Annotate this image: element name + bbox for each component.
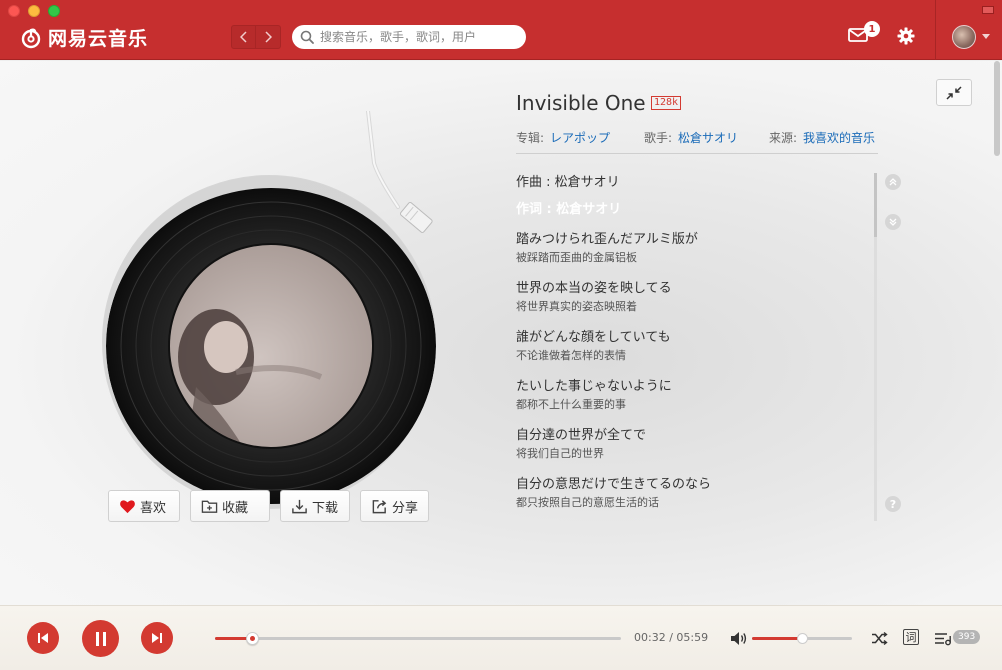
share-icon (372, 499, 387, 513)
playlist-count-badge: 393 (953, 630, 981, 644)
chevron-right-icon (265, 31, 272, 43)
share-button[interactable]: 分享 (360, 490, 429, 522)
lyric-translation: 都称不上什么重要的事 (516, 398, 626, 411)
scroll-up-button[interactable] (885, 174, 901, 190)
song-title: Invisible One (516, 91, 646, 115)
player-bar: 00:32 / 05:59 词 393 (0, 605, 1002, 670)
volume-slider[interactable] (752, 633, 852, 644)
forward-button[interactable] (256, 25, 281, 49)
lyric-current-line: 作词 : 松倉サオリ (516, 202, 622, 217)
lyrics-scrollbar-thumb[interactable] (874, 173, 877, 237)
heart-icon (120, 499, 135, 513)
close-window-button[interactable] (8, 5, 20, 17)
folder-add-icon (201, 500, 218, 513)
tonearm (366, 111, 433, 233)
lyric-translation: 都只按照自己的意愿生活的话 (516, 496, 659, 509)
time-separator: / (665, 631, 677, 644)
chevron-down-icon[interactable] (982, 34, 990, 39)
gear-icon[interactable] (897, 27, 915, 45)
lyric-line: たいした事じゃないように (516, 379, 672, 394)
lyric-composer: 作曲 : 松倉サオリ (516, 175, 620, 190)
album-label: 专辑: (516, 131, 545, 145)
lyric-translation: 不论谁做着怎样的表情 (516, 349, 626, 362)
volume-icon[interactable] (730, 631, 748, 646)
search-box[interactable] (292, 25, 526, 49)
lyrics-panel[interactable]: 作曲 : 松倉サオリ 作词 : 松倉サオリ 踏みつけられ歪んだアルミ版が 被踩踏… (516, 173, 856, 524)
page-scrollbar[interactable] (994, 61, 1000, 156)
download-button[interactable]: 下载 (280, 490, 350, 522)
app-name: 网易云音乐 (48, 28, 149, 50)
song-actions: 喜欢 收藏 下载 分享 (108, 490, 429, 522)
artist-link[interactable]: 松倉サオリ (678, 129, 738, 146)
app-logo[interactable]: 网易云音乐 (20, 24, 148, 51)
like-button[interactable]: 喜欢 (108, 490, 180, 522)
lyric-line: 世界の本当の姿を映してる (516, 281, 672, 296)
source-link[interactable]: 我喜欢的音乐 (803, 129, 875, 146)
share-label: 分享 (392, 500, 419, 516)
like-label: 喜欢 (140, 500, 167, 516)
back-button[interactable] (231, 25, 256, 49)
search-input[interactable] (320, 30, 510, 44)
progress-bar[interactable] (215, 632, 621, 645)
mail-count-badge: 1 (864, 21, 880, 37)
lyric-line: 踏みつけられ歪んだアルミ版が (516, 232, 698, 247)
previous-icon (38, 633, 48, 643)
info-divider (516, 153, 878, 154)
lyric-line: 誰がどんな顔をしていても (516, 330, 671, 345)
now-playing-panel: 喜欢 收藏 下载 分享 Invisible One 128k 专辑: レアポップ… (0, 61, 1002, 605)
pause-icon (95, 631, 106, 646)
volume-fill (752, 637, 802, 640)
lyric-line: 自分達の世界が全てで (516, 428, 647, 443)
lyric-line: 自分の意思だけで生きてるのなら (516, 477, 712, 492)
source-meta: 来源: 我喜欢的音乐 (769, 129, 875, 146)
double-chevron-down-icon (889, 218, 897, 226)
vinyl-area (90, 111, 450, 509)
download-icon (292, 499, 307, 513)
minimize-window-button[interactable] (28, 5, 40, 17)
double-chevron-up-icon (889, 178, 897, 186)
album-meta: 专辑: レアポップ (516, 129, 610, 146)
next-icon (152, 633, 162, 643)
artist-label: 歌手: (644, 131, 673, 145)
volume-handle[interactable] (797, 633, 808, 644)
window-controls (8, 5, 60, 17)
search-icon (300, 30, 314, 44)
time-display: 00:32 / 05:59 (634, 631, 708, 644)
artist-meta: 歌手: 松倉サオリ (644, 129, 738, 146)
lyric-translation: 将我们自己的世界 (516, 447, 604, 460)
history-nav (231, 25, 281, 49)
download-label: 下载 (312, 500, 339, 516)
collect-label: 收藏 (222, 500, 249, 516)
collapse-icon (946, 85, 962, 100)
netease-music-logo-icon (21, 28, 41, 48)
lyric-translation: 被踩踏而歪曲的金属铝板 (516, 251, 637, 264)
total-time: 05:59 (676, 631, 709, 644)
collapse-button[interactable] (936, 79, 972, 106)
title-bar: 网易云音乐 1 (0, 0, 1002, 60)
quality-badge: 128k (651, 96, 682, 110)
user-avatar[interactable] (952, 25, 976, 49)
lyrics-toggle-button[interactable]: 词 (903, 629, 919, 645)
lyric-translation: 将世界真实的姿态映照着 (516, 300, 637, 313)
source-label: 来源: (769, 131, 798, 145)
zoom-window-button[interactable] (48, 5, 60, 17)
help-icon[interactable]: ? (885, 496, 901, 512)
previous-button[interactable] (27, 622, 59, 654)
shuffle-icon[interactable] (871, 631, 888, 646)
next-button[interactable] (141, 622, 173, 654)
progress-handle[interactable] (245, 632, 259, 645)
current-time: 00:32 (634, 631, 666, 644)
collect-button[interactable]: 收藏 (190, 490, 270, 522)
album-link[interactable]: レアポップ (550, 129, 610, 146)
header-divider (935, 0, 936, 60)
scroll-down-button[interactable] (885, 214, 901, 230)
mini-mode-button[interactable] (982, 6, 994, 14)
playlist-icon[interactable] (934, 631, 954, 646)
pause-button[interactable] (82, 620, 119, 657)
chevron-left-icon (239, 31, 247, 43)
